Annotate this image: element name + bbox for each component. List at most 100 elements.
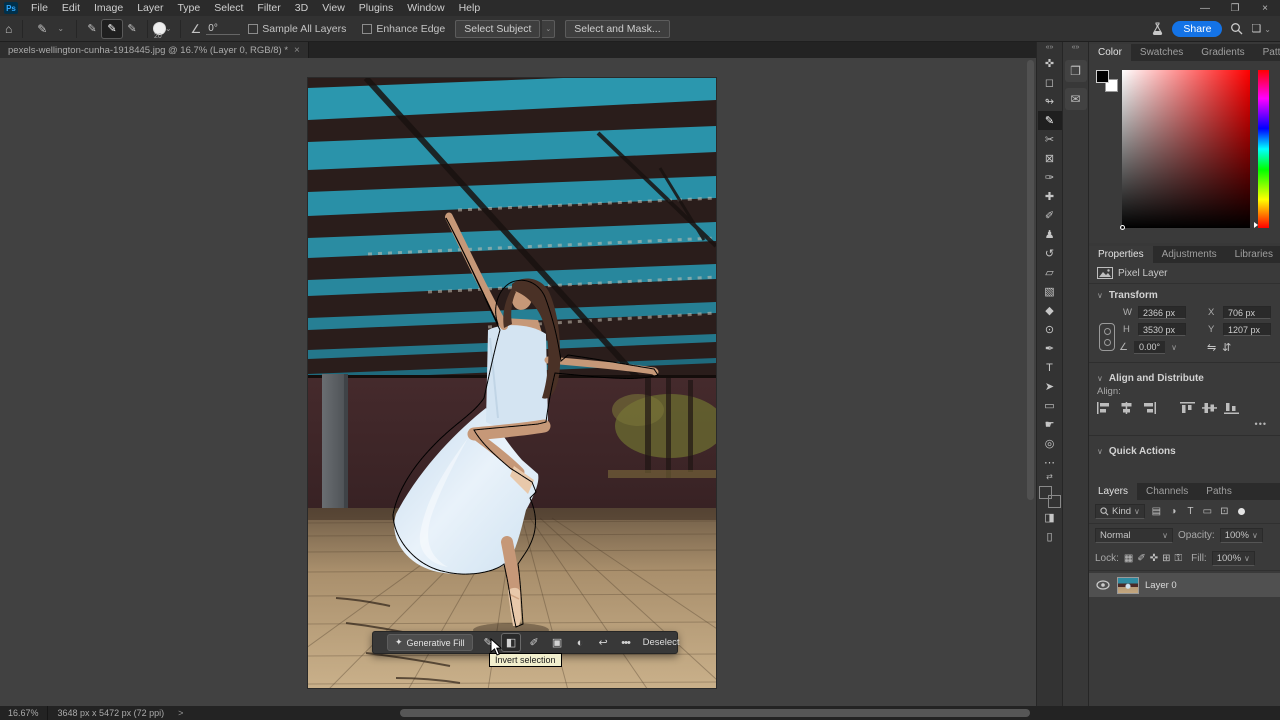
collapse-toolbar-icon[interactable]: «» (1046, 42, 1054, 54)
opacity-dropdown[interactable]: 100% ∨ (1220, 528, 1263, 543)
tab-swatches[interactable]: Swatches (1131, 44, 1192, 61)
foreground-color-swatch[interactable] (1096, 70, 1109, 83)
frame-tool[interactable]: ⊠ (1038, 149, 1062, 168)
align-center-horizontal-icon[interactable] (1119, 402, 1134, 414)
menu-item[interactable]: Filter (250, 1, 287, 15)
quick-mask-button[interactable]: ◨ (1038, 508, 1062, 527)
pen-tool[interactable]: ✒ (1038, 339, 1062, 358)
move-tool[interactable]: ✜ (1038, 54, 1062, 73)
align-section-header[interactable]: ∨ Align and Distribute (1089, 367, 1280, 386)
share-button[interactable]: Share (1172, 21, 1222, 37)
x-input[interactable]: 706 px (1223, 306, 1271, 319)
blend-mode-dropdown[interactable]: Normal ∨ (1095, 528, 1173, 543)
saturation-brightness-field[interactable] (1122, 70, 1250, 228)
object-selection-tool[interactable]: ✎ (1038, 111, 1062, 130)
feedback-icon[interactable]: ↩ (594, 634, 612, 651)
tab-patterns[interactable]: Patterns (1254, 44, 1280, 61)
refine-selection-icon[interactable]: ✐ (525, 634, 543, 651)
zoom-level[interactable]: 16.67% (0, 706, 48, 720)
vertical-scrollbar[interactable] (1027, 60, 1034, 700)
canvas-pasteboard[interactable]: ✦ Generative Fill ✎◧✐▣◐↩••• Deselect Inv… (0, 58, 1036, 706)
color-swatch-pair[interactable] (1096, 70, 1118, 92)
foreground-background-swatches[interactable] (1039, 486, 1061, 508)
status-chevron-icon[interactable]: > (178, 708, 183, 718)
close-icon[interactable]: × (1250, 0, 1280, 16)
create-adjustment-icon[interactable]: ◐ (571, 634, 589, 651)
blur-tool[interactable]: ◆ (1038, 301, 1062, 320)
marquee-tool[interactable]: ◻ (1038, 73, 1062, 92)
lock-artboard-icon[interactable]: ⊞ (1162, 553, 1170, 564)
home-icon[interactable]: ⌂ (0, 22, 17, 36)
tab-adjustments[interactable]: Adjustments (1153, 246, 1226, 263)
filter-toggle-icon[interactable] (1238, 508, 1245, 515)
minimize-icon[interactable]: — (1190, 0, 1220, 16)
workspace-switcher-icon[interactable]: ❏⌄ (1251, 22, 1274, 35)
select-subject-dropdown[interactable]: ⌄ (542, 20, 555, 38)
more-options-icon[interactable]: ••• (617, 634, 635, 651)
chevron-down-icon[interactable]: ⌄ (162, 24, 175, 33)
align-right-icon[interactable] (1141, 402, 1156, 414)
history-panel-icon[interactable]: ❐ (1065, 60, 1087, 82)
layer-visibility-eye-icon[interactable] (1095, 580, 1111, 590)
menu-item[interactable]: Select (207, 1, 250, 15)
align-center-vertical-icon[interactable] (1202, 402, 1217, 414)
beta-flask-icon[interactable] (1151, 22, 1164, 35)
generative-fill-button[interactable]: ✦ Generative Fill (387, 634, 473, 651)
flip-horizontal-icon[interactable]: ⇋ (1207, 341, 1216, 354)
color-picker-marker[interactable] (1120, 225, 1125, 230)
invert-selection-icon[interactable]: ◧ (502, 634, 520, 651)
enhance-edge-checkbox[interactable]: Enhance Edge (362, 23, 445, 35)
transform-section-header[interactable]: ∨ Transform (1089, 284, 1280, 303)
comments-panel-icon[interactable]: ✉ (1065, 88, 1087, 110)
lock-transparency-icon[interactable]: ▦ (1124, 553, 1133, 564)
tab-libraries[interactable]: Libraries (1226, 246, 1280, 263)
expand-panels-icon[interactable]: «» (1072, 42, 1080, 54)
menu-item[interactable]: Type (170, 1, 207, 15)
menu-item[interactable]: Help (452, 1, 488, 15)
tool-preset-picker[interactable]: ✎ ⌄ (28, 22, 71, 36)
height-input[interactable]: 3530 px (1138, 323, 1186, 336)
tab-gradients[interactable]: Gradients (1192, 44, 1253, 61)
tab-layers[interactable]: Layers (1089, 483, 1137, 500)
menu-item[interactable]: 3D (288, 1, 315, 15)
add-to-selection-button[interactable]: ✎ (102, 20, 122, 38)
hue-slider[interactable] (1258, 70, 1269, 228)
more-tools[interactable]: ⋯ (1038, 453, 1062, 472)
foreground-color-swatch[interactable] (1039, 486, 1052, 499)
menu-item[interactable]: Image (87, 1, 130, 15)
type-tool[interactable]: T (1038, 358, 1062, 377)
select-subject-button[interactable]: Select Subject (455, 20, 540, 38)
gradient-tool[interactable]: ▧ (1038, 282, 1062, 301)
menu-item[interactable]: Edit (55, 1, 87, 15)
flip-vertical-icon[interactable]: ⇵ (1222, 341, 1231, 354)
filter-adjustment-icon[interactable]: ◑ (1166, 504, 1181, 519)
sample-all-layers-checkbox[interactable]: Sample All Layers (248, 23, 346, 35)
lock-position-icon[interactable]: ✜ (1150, 553, 1158, 564)
brush-tool[interactable]: ✐ (1038, 206, 1062, 225)
horizontal-scrollbar[interactable] (400, 709, 1030, 717)
menu-item[interactable]: Plugins (352, 1, 400, 15)
create-mask-icon[interactable]: ▣ (548, 634, 566, 651)
dodge-tool[interactable]: ⊙ (1038, 320, 1062, 339)
menu-item[interactable]: View (315, 1, 352, 15)
shape-tool[interactable]: ▭ (1038, 396, 1062, 415)
filter-kind-dropdown[interactable]: Kind ∨ (1095, 504, 1145, 519)
filter-type-icon[interactable]: T (1183, 504, 1198, 519)
path-selection-tool[interactable]: ➤ (1038, 377, 1062, 396)
history-brush-tool[interactable]: ↺ (1038, 244, 1062, 263)
subtract-from-selection-button[interactable]: ✎ (122, 20, 142, 38)
filter-shape-icon[interactable]: ▭ (1200, 504, 1215, 519)
restore-icon[interactable]: ❐ (1220, 0, 1250, 16)
more-align-options-icon[interactable]: ••• (1089, 419, 1280, 431)
clone-stamp-tool[interactable]: ♟ (1038, 225, 1062, 244)
rotation-input[interactable]: 0.00° (1134, 341, 1165, 354)
tab-color[interactable]: Color (1089, 44, 1131, 61)
align-top-icon[interactable] (1180, 402, 1195, 414)
layer-thumbnail[interactable] (1117, 577, 1139, 594)
align-bottom-icon[interactable] (1224, 402, 1239, 414)
deselect-button[interactable]: Deselect (643, 637, 680, 648)
crop-tool[interactable]: ✂ (1038, 130, 1062, 149)
layer-row[interactable]: Layer 0 (1089, 573, 1280, 597)
fill-dropdown[interactable]: 100% ∨ (1212, 551, 1255, 566)
swap-colors-icon[interactable]: ⇄ (1046, 472, 1053, 482)
